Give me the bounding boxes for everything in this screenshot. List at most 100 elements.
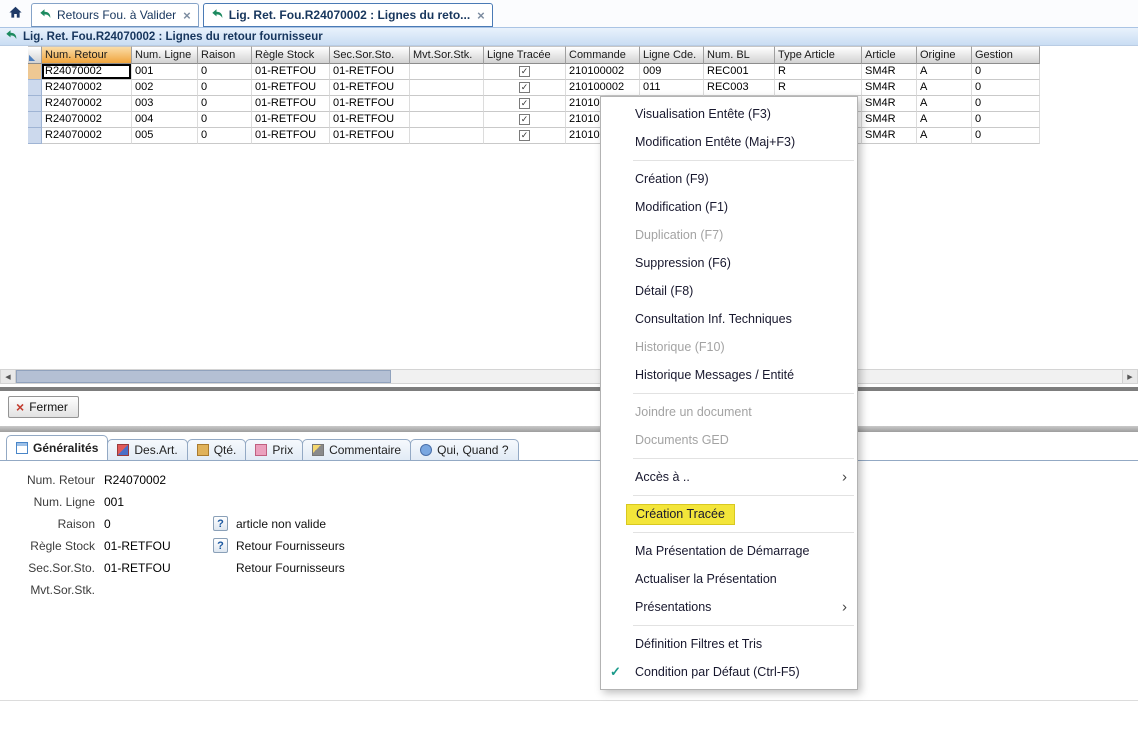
horizontal-scrollbar[interactable]: ◀ ▶ bbox=[0, 369, 1138, 384]
grid-row-002[interactable]: R24070002002001-RETFOU01-RETFOU✓21010000… bbox=[28, 80, 1138, 96]
tab-des-art[interactable]: Des.Art. bbox=[107, 439, 187, 460]
column-header-num-bl[interactable]: Num. BL bbox=[704, 46, 775, 64]
menu-item-consultation-inf-techniques[interactable]: Consultation Inf. Techniques bbox=[601, 305, 857, 333]
tab-qte[interactable]: Qté. bbox=[187, 439, 247, 460]
cell-mvt_sor_stk[interactable] bbox=[410, 112, 484, 128]
cell-article[interactable]: SM4R bbox=[862, 64, 917, 80]
row-selector[interactable] bbox=[28, 128, 42, 144]
cell-ligne-tracee[interactable]: ✓ bbox=[484, 112, 566, 128]
cell-sec_sor_sto[interactable]: 01-RETFOU bbox=[330, 96, 410, 112]
fermer-button[interactable]: × Fermer bbox=[8, 396, 79, 418]
scroll-right-arrow-icon[interactable]: ▶ bbox=[1122, 370, 1137, 383]
cell-article[interactable]: SM4R bbox=[862, 80, 917, 96]
column-header-regle-stock[interactable]: Règle Stock bbox=[252, 46, 330, 64]
cell-gestion[interactable]: 0 bbox=[972, 128, 1040, 144]
cell-origine[interactable]: A bbox=[917, 80, 972, 96]
menu-item-actualiser-la-presentation[interactable]: Actualiser la Présentation bbox=[601, 565, 857, 593]
cell-regle_stock[interactable]: 01-RETFOU bbox=[252, 80, 330, 96]
grid-row-004[interactable]: R24070002004001-RETFOU01-RETFOU✓21010000… bbox=[28, 112, 1138, 128]
cell-mvt_sor_stk[interactable] bbox=[410, 96, 484, 112]
home-tab[interactable] bbox=[2, 2, 28, 27]
cell-num_bl[interactable]: REC003 bbox=[704, 80, 775, 96]
cell-num_ligne[interactable]: 001 bbox=[132, 64, 198, 80]
menu-item-historique-messages-entite[interactable]: Historique Messages / Entité bbox=[601, 361, 857, 389]
menu-item-acces-a[interactable]: Accès à ..› bbox=[601, 463, 857, 491]
column-header-gestion[interactable]: Gestion bbox=[972, 46, 1040, 64]
cell-num_retour[interactable]: R24070002 bbox=[42, 128, 132, 144]
row-selector[interactable] bbox=[28, 80, 42, 96]
row-selector[interactable] bbox=[28, 64, 42, 80]
cell-gestion[interactable]: 0 bbox=[972, 64, 1040, 80]
menu-item-presentations[interactable]: Présentations› bbox=[601, 593, 857, 621]
scroll-left-arrow-icon[interactable]: ◀ bbox=[1, 370, 16, 383]
cell-mvt_sor_stk[interactable] bbox=[410, 80, 484, 96]
grid-row-003[interactable]: R24070002003001-RETFOU01-RETFOU✓21010000… bbox=[28, 96, 1138, 112]
column-header-commande[interactable]: Commande bbox=[566, 46, 640, 64]
cell-ligne_cde[interactable]: 011 bbox=[640, 80, 704, 96]
help-button[interactable]: ? bbox=[213, 516, 228, 531]
cell-raison[interactable]: 0 bbox=[198, 64, 252, 80]
tab-commentaire[interactable]: Commentaire bbox=[302, 439, 411, 460]
select-all-corner[interactable]: ◣ bbox=[28, 46, 42, 64]
column-header-num-ligne[interactable]: Num. Ligne bbox=[132, 46, 198, 64]
cell-ligne-tracee[interactable]: ✓ bbox=[484, 80, 566, 96]
menu-item-modification-f1[interactable]: Modification (F1) bbox=[601, 193, 857, 221]
field-value[interactable]: 01-RETFOU bbox=[104, 561, 171, 575]
cell-commande[interactable]: 210100002 bbox=[566, 64, 640, 80]
tab-generalites[interactable]: Généralités bbox=[6, 435, 108, 460]
cell-num_ligne[interactable]: 002 bbox=[132, 80, 198, 96]
column-header-sec-sor-sto[interactable]: Sec.Sor.Sto. bbox=[330, 46, 410, 64]
pane-splitter-2[interactable] bbox=[0, 426, 1138, 432]
cell-commande[interactable]: 210100002 bbox=[566, 80, 640, 96]
tab-qui-quand[interactable]: Qui, Quand ? bbox=[410, 439, 518, 460]
field-value[interactable]: 01-RETFOU bbox=[104, 539, 171, 553]
menu-item-ma-presentation-de-demarrage[interactable]: Ma Présentation de Démarrage bbox=[601, 537, 857, 565]
tab-retours-fou-a-valider[interactable]: Retours Fou. à Valider× bbox=[31, 3, 199, 27]
field-value[interactable]: 001 bbox=[104, 495, 124, 509]
cell-ligne_cde[interactable]: 009 bbox=[640, 64, 704, 80]
scrollbar-track[interactable] bbox=[16, 370, 1122, 383]
close-icon[interactable]: × bbox=[477, 8, 485, 23]
cell-sec_sor_sto[interactable]: 01-RETFOU bbox=[330, 80, 410, 96]
cell-raison[interactable]: 0 bbox=[198, 80, 252, 96]
column-header-num-retour[interactable]: Num. Retour bbox=[42, 46, 132, 64]
grid-row-005[interactable]: R24070002005001-RETFOU01-RETFOU✓21010000… bbox=[28, 128, 1138, 144]
cell-num_ligne[interactable]: 005 bbox=[132, 128, 198, 144]
cell-num_ligne[interactable]: 003 bbox=[132, 96, 198, 112]
cell-origine[interactable]: A bbox=[917, 96, 972, 112]
cell-gestion[interactable]: 0 bbox=[972, 96, 1040, 112]
cell-type_article[interactable]: R bbox=[775, 80, 862, 96]
cell-num_retour[interactable]: R24070002 bbox=[42, 96, 132, 112]
column-header-article[interactable]: Article bbox=[862, 46, 917, 64]
cell-sec_sor_sto[interactable]: 01-RETFOU bbox=[330, 64, 410, 80]
cell-num_bl[interactable]: REC001 bbox=[704, 64, 775, 80]
column-header-ligne-cde[interactable]: Ligne Cde. bbox=[640, 46, 704, 64]
menu-item-definition-filtres-et-tris[interactable]: Définition Filtres et Tris bbox=[601, 630, 857, 658]
cell-origine[interactable]: A bbox=[917, 64, 972, 80]
pane-splitter[interactable] bbox=[0, 387, 1138, 391]
tab-prix[interactable]: Prix bbox=[245, 439, 303, 460]
cell-gestion[interactable]: 0 bbox=[972, 112, 1040, 128]
menu-item-detail-f8[interactable]: Détail (F8) bbox=[601, 277, 857, 305]
cell-sec_sor_sto[interactable]: 01-RETFOU bbox=[330, 112, 410, 128]
column-header-origine[interactable]: Origine bbox=[917, 46, 972, 64]
cell-raison[interactable]: 0 bbox=[198, 128, 252, 144]
cell-regle_stock[interactable]: 01-RETFOU bbox=[252, 112, 330, 128]
cell-num_ligne[interactable]: 004 bbox=[132, 112, 198, 128]
column-header-ligne-tracee[interactable]: Ligne Tracée bbox=[484, 46, 566, 64]
cell-raison[interactable]: 0 bbox=[198, 112, 252, 128]
help-button[interactable]: ? bbox=[213, 538, 228, 553]
row-selector[interactable] bbox=[28, 112, 42, 128]
menu-item-creation-tracee[interactable]: Création Tracée bbox=[601, 500, 857, 528]
cell-regle_stock[interactable]: 01-RETFOU bbox=[252, 96, 330, 112]
column-header-type-article[interactable]: Type Article bbox=[775, 46, 862, 64]
cell-regle_stock[interactable]: 01-RETFOU bbox=[252, 128, 330, 144]
cell-origine[interactable]: A bbox=[917, 112, 972, 128]
column-header-mvt-sor-stk[interactable]: Mvt.Sor.Stk. bbox=[410, 46, 484, 64]
cell-article[interactable]: SM4R bbox=[862, 96, 917, 112]
menu-item-modification-entete-maj-f3[interactable]: Modification Entête (Maj+F3) bbox=[601, 128, 857, 156]
cell-num_retour[interactable]: R24070002 bbox=[42, 64, 132, 80]
field-value[interactable]: 0 bbox=[104, 517, 111, 531]
cell-article[interactable]: SM4R bbox=[862, 128, 917, 144]
cell-gestion[interactable]: 0 bbox=[972, 80, 1040, 96]
